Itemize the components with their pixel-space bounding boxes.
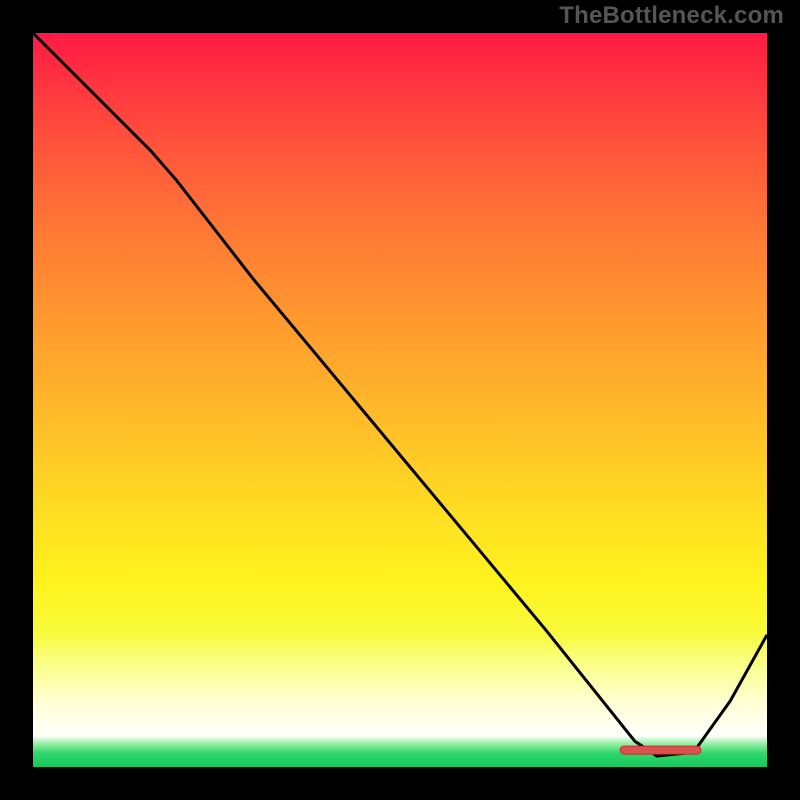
watermark-label: TheBottleneck.com (559, 2, 784, 30)
bottleneck-line-chart (33, 33, 767, 767)
chart-container: TheBottleneck.com (0, 0, 800, 800)
plot-area (33, 33, 767, 767)
bottleneck-curve-path (33, 33, 767, 756)
optimal-range-marker (620, 746, 701, 754)
